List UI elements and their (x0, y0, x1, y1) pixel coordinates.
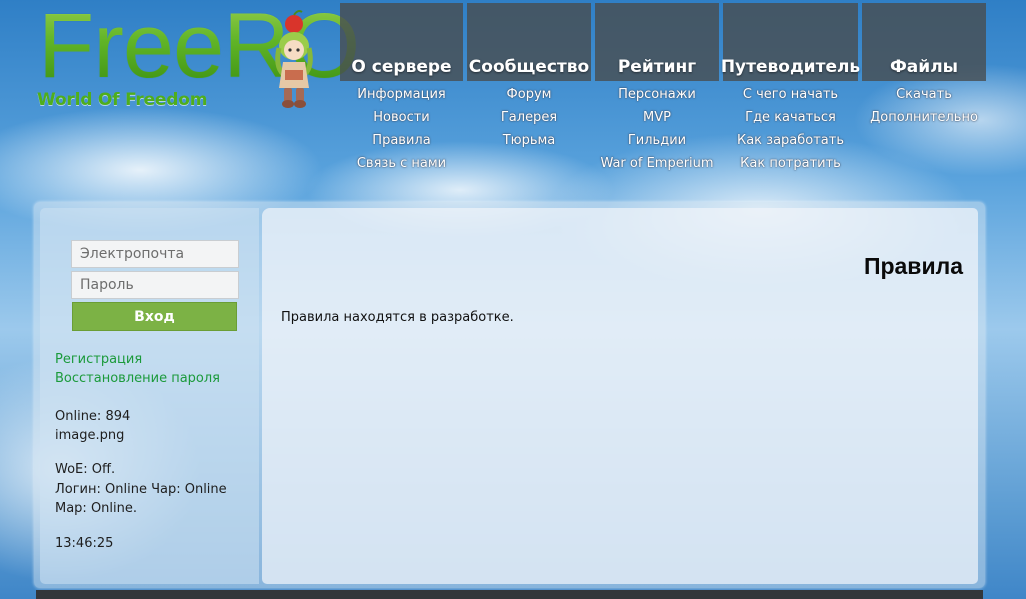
nav-column-ranking: Рейтинг Персонажи MVP Гильдии War of Emp… (595, 3, 719, 175)
nav-tab-about[interactable]: О сервере (340, 3, 463, 81)
woe-status: WoE: Off. (55, 462, 116, 477)
nav-link-info[interactable]: Информация (340, 83, 463, 106)
recover-password-link[interactable]: Восстановление пароля (55, 371, 220, 386)
nav-link-gallery[interactable]: Галерея (467, 106, 591, 129)
site-logo[interactable]: FreeRO World Of Freedom (34, 0, 360, 112)
nav-link-forum[interactable]: Форум (467, 83, 591, 106)
nav-links-community: Форум Галерея Тюрьма (467, 81, 591, 152)
nav-link-news[interactable]: Новости (340, 106, 463, 129)
nav-link-contact[interactable]: Связь с нами (340, 152, 463, 175)
nav-links-about: Информация Новости Правила Связь с нами (340, 81, 463, 175)
email-field[interactable] (71, 240, 239, 268)
nav-column-guide: Путеводитель С чего начать Где качаться … (721, 3, 860, 175)
nav-link-additional[interactable]: Дополнительно (862, 106, 986, 129)
nav-link-where-to-level[interactable]: Где качаться (723, 106, 858, 129)
nav-link-mvp[interactable]: MVP (595, 106, 719, 129)
nav-link-guilds[interactable]: Гильдии (595, 129, 719, 152)
nav-link-getting-started[interactable]: С чего начать (723, 83, 858, 106)
nav-link-characters[interactable]: Персонажи (595, 83, 719, 106)
broken-image-text: image.png (55, 428, 125, 443)
nav-link-woe[interactable]: War of Emperium (595, 152, 719, 175)
nav-tab-ranking[interactable]: Рейтинг (595, 3, 719, 81)
nav-link-rules[interactable]: Правила (340, 129, 463, 152)
nav-links-ranking: Персонажи MVP Гильдии War of Emperium (595, 81, 719, 175)
nav-tab-community[interactable]: Сообщество (467, 3, 591, 81)
nav-links-guide: С чего начать Где качаться Как заработат… (723, 81, 858, 175)
nav-column-about: О сервере Информация Новости Правила Свя… (340, 3, 463, 175)
online-count: Online: 894 (55, 409, 131, 424)
page-title: Правила (863, 253, 963, 279)
nav-link-jail[interactable]: Тюрьма (467, 129, 591, 152)
register-link[interactable]: Регистрация (55, 352, 142, 367)
nav-links-files: Скачать Дополнительно (862, 81, 986, 129)
nav-tab-files[interactable]: Файлы (862, 3, 986, 81)
nav-tab-guide[interactable]: Путеводитель (721, 3, 860, 81)
footer-bar (36, 590, 983, 599)
password-field[interactable] (71, 271, 239, 299)
logo-subtitle: World Of Freedom (37, 90, 208, 110)
server-time: 13:46:25 (55, 536, 114, 551)
nav-column-files: Файлы Скачать Дополнительно (862, 3, 986, 129)
nav-link-how-to-spend[interactable]: Как потратить (723, 152, 858, 175)
nav-column-community: Сообщество Форум Галерея Тюрьма (467, 3, 591, 152)
mascot-icon (275, 10, 313, 108)
map-status: Map: Online. (55, 501, 138, 516)
login-char-status: Логин: Online Чар: Online (55, 482, 227, 497)
nav-link-how-to-earn[interactable]: Как заработать (723, 129, 858, 152)
login-button[interactable]: Вход (72, 302, 237, 331)
page-body-text: Правила находятся в разработке. (281, 310, 514, 325)
nav-link-download[interactable]: Скачать (862, 83, 986, 106)
